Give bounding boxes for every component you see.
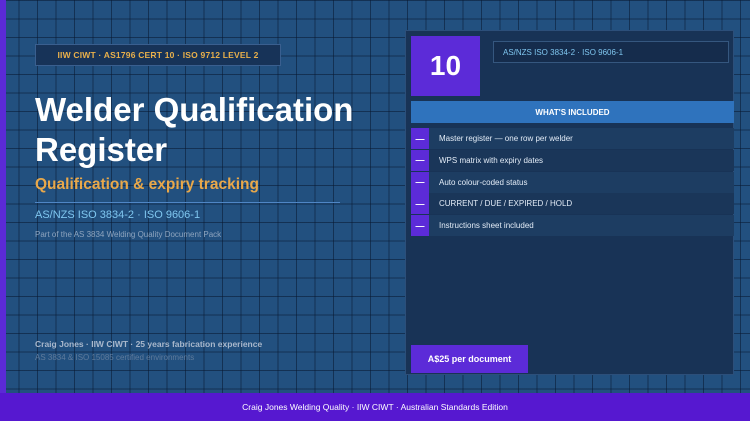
feature-label: Master register — one row per welder (439, 134, 573, 143)
product-panel: 10 AS/NZS ISO 3834-2 · ISO 9606-1 WHAT'S… (405, 30, 734, 375)
feature-label: Auto colour-coded status (439, 177, 528, 187)
page-title: Welder Qualification Register (35, 91, 354, 168)
certification-badge: IIW CIWT · AS1796 CERT 10 · ISO 9712 LEV… (35, 44, 281, 66)
dash-icon: — (411, 171, 429, 193)
environments-note: AS 3834 & ISO 15085 certified environmen… (35, 353, 195, 362)
dash-icon: — (411, 193, 429, 215)
footer-bar: Craig Jones Welding Quality · IIW CIWT ·… (0, 393, 750, 421)
dash-icon: — (411, 128, 429, 149)
list-item: — Auto colour-coded status (411, 171, 734, 193)
price-button[interactable]: A$25 per document (411, 345, 528, 373)
whats-included-header: WHAT'S INCLUDED (411, 101, 734, 123)
left-accent-bar (0, 0, 6, 393)
pack-note: Part of the AS 3834 Welding Quality Docu… (35, 230, 222, 239)
panel-standards-tag: AS/NZS ISO 3834-2 · ISO 9606-1 (493, 41, 729, 63)
list-item: — CURRENT / DUE / EXPIRED / HOLD (411, 193, 734, 215)
list-item: — Instructions sheet included (411, 215, 734, 237)
feature-label: Instructions sheet included (439, 221, 534, 231)
dash-icon: — (411, 215, 429, 237)
feature-list: — Master register — one row per welder —… (411, 128, 734, 237)
feature-label: CURRENT / DUE / EXPIRED / HOLD (439, 199, 573, 209)
divider (35, 202, 340, 203)
list-item: — WPS matrix with expiry dates (411, 149, 734, 171)
template-count: 10 (411, 36, 480, 96)
standards-line: AS/NZS ISO 3834-2 · ISO 9606-1 (35, 209, 201, 221)
list-item: — Master register — one row per welder (411, 128, 734, 149)
page-subtitle: Qualification & expiry tracking (35, 176, 259, 193)
dash-icon: — (411, 149, 429, 171)
author-line: Craig Jones · IIW CIWT · 25 years fabric… (35, 339, 263, 349)
feature-label: WPS matrix with expiry dates (439, 155, 544, 165)
